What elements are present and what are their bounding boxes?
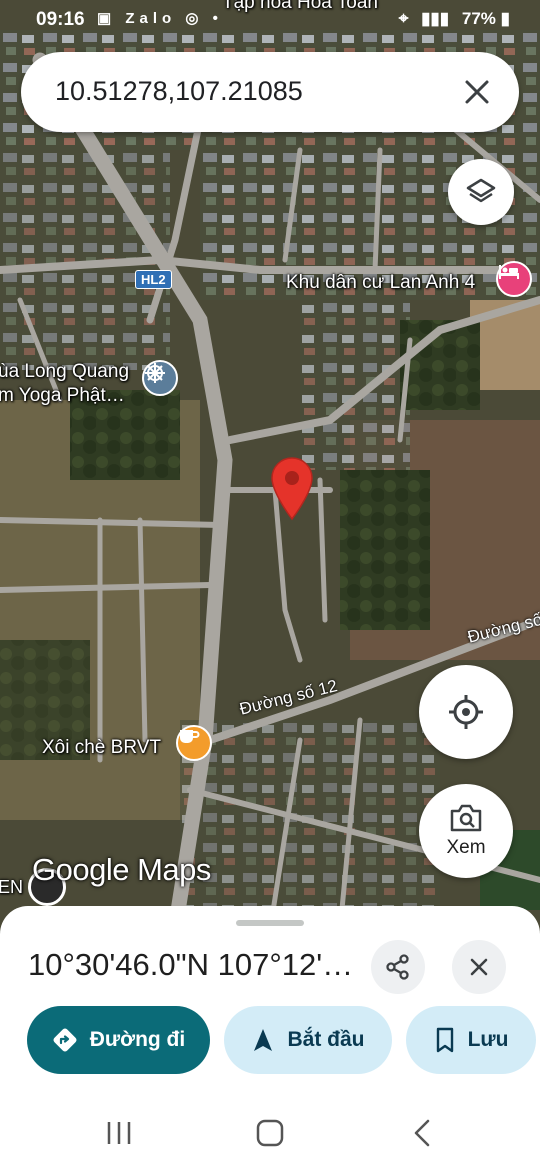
lens-label: Xem — [446, 837, 486, 858]
directions-icon — [53, 1028, 77, 1052]
dharma-wheel-icon[interactable] — [142, 360, 178, 396]
navigation-arrow-icon — [254, 1029, 273, 1051]
signal-icon: ▮▮▮ — [421, 9, 450, 28]
location-status-icon: ⌖ — [398, 9, 409, 28]
location-pin-icon[interactable] — [270, 457, 314, 521]
drag-handle[interactable] — [236, 920, 304, 926]
close-icon — [470, 958, 488, 976]
route-shield-hl2: HL2 — [135, 270, 172, 289]
directions-label: Đường đi — [89, 1028, 186, 1051]
bookmark-icon — [436, 1027, 453, 1053]
place-label-long-quang-line2[interactable]: m Yoga Phật… — [0, 385, 125, 407]
place-label-xoi-che[interactable]: Xôi chè BRVT — [42, 737, 161, 759]
search-bar[interactable]: 10.51278,107.21085 — [21, 52, 519, 132]
start-button[interactable]: Bắt đầu — [224, 1006, 392, 1074]
layers-icon — [466, 178, 496, 203]
home-icon[interactable] — [255, 1119, 285, 1147]
crosshair-icon — [449, 695, 483, 729]
share-icon — [386, 954, 409, 980]
battery-text: 77% — [461, 9, 496, 28]
status-time: 09:16 — [36, 9, 85, 30]
search-query-text[interactable]: 10.51278,107.21085 — [55, 76, 303, 107]
start-label: Bắt đầu — [287, 1028, 365, 1051]
status-right-group: ⌖ ▮▮▮ 77% ▮ — [399, 9, 510, 29]
status-app-icons: ▣ Zalo ◎ • — [97, 10, 223, 27]
recent-apps-icon[interactable] — [104, 1120, 134, 1146]
layers-button[interactable] — [448, 159, 514, 225]
camera-search-icon — [450, 804, 482, 832]
place-label-long-quang-line1[interactable]: ùa Long Quang — [0, 361, 129, 383]
back-icon[interactable] — [410, 1118, 434, 1148]
hotel-icon[interactable] — [496, 261, 532, 297]
close-icon[interactable] — [457, 72, 497, 112]
sheet-close-button[interactable] — [452, 940, 506, 994]
battery-icon: ▮ — [500, 9, 510, 28]
status-bar: 09:16 ▣ Zalo ◎ • ⌖ ▮▮▮ 77% ▮ — [0, 0, 540, 40]
google-maps-logo: Google Maps — [32, 852, 211, 887]
system-nav-bar — [0, 1100, 540, 1170]
coffee-cup-icon[interactable] — [176, 725, 212, 761]
coordinates-title: 10°30'46.0"N 107°12'45.1"E — [28, 947, 358, 982]
directions-button[interactable]: Đường đi — [27, 1006, 210, 1074]
my-location-button[interactable] — [419, 665, 513, 759]
share-button[interactable] — [371, 940, 425, 994]
place-label-lan-anh[interactable]: Khu dân cư Lan Anh 4 — [286, 272, 475, 294]
save-button[interactable]: Lưu — [406, 1006, 536, 1074]
lens-view-button[interactable]: Xem — [419, 784, 513, 878]
save-label: Lưu — [467, 1028, 509, 1051]
map-label-left-edge: EN — [0, 877, 24, 897]
